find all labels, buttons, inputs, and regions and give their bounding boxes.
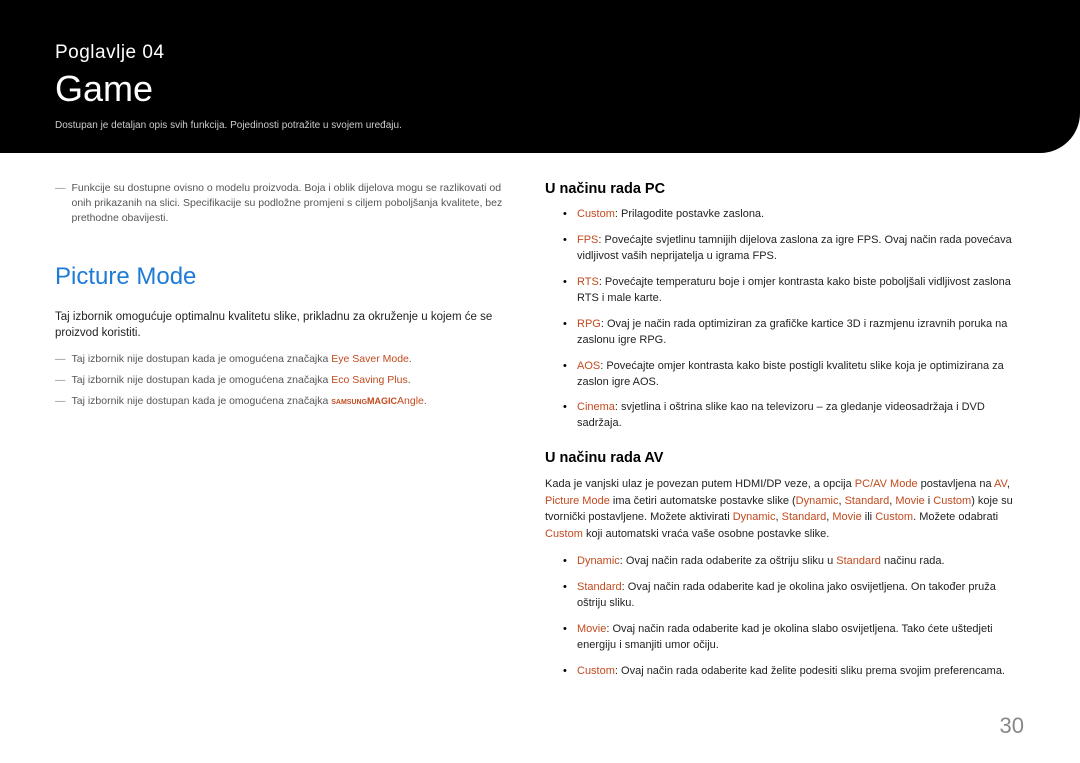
list-item: FPS: Povećajte svjetlinu tamnijih dijelo… (563, 233, 1025, 265)
note-eye-saver: Taj izbornik nije dostupan kada je omogu… (55, 352, 515, 367)
content-area: Funkcije su dostupne ovisno o modelu pro… (0, 153, 1080, 690)
right-column: U načinu rada PC Custom: Prilagodite pos… (545, 181, 1025, 690)
list-item: Custom: Ovaj način rada odaberite kad že… (563, 664, 1025, 680)
model-note-text: Funkcije su dostupne ovisno o modelu pro… (72, 181, 516, 227)
page-title: Game (55, 68, 1025, 110)
list-item: RTS: Povećajte temperaturu boje i omjer … (563, 275, 1025, 307)
note-magic-angle: Taj izbornik nije dostupan kada je omogu… (55, 394, 515, 409)
section-heading-picture-mode: Picture Mode (55, 263, 515, 291)
pc-mode-heading: U načinu rada PC (545, 181, 1025, 197)
note-eye-saver-text: Taj izbornik nije dostupan kada je omogu… (72, 352, 412, 367)
page-subtitle: Dostupan je detaljan opis svih funkcija.… (55, 120, 1025, 131)
note-magic-angle-text: Taj izbornik nije dostupan kada je omogu… (72, 394, 427, 409)
note-eco-saving: Taj izbornik nije dostupan kada je omogu… (55, 373, 515, 388)
picture-mode-desc: Taj izbornik omogućuje optimalnu kvalite… (55, 309, 515, 342)
av-mode-heading: U načinu rada AV (545, 450, 1025, 466)
page-header: Poglavlje 04 Game Dostupan je detaljan o… (0, 0, 1080, 153)
model-note: Funkcije su dostupne ovisno o modelu pro… (55, 181, 515, 227)
note-eco-saving-text: Taj izbornik nije dostupan kada je omogu… (72, 373, 411, 388)
page-number: 30 (1000, 713, 1024, 739)
av-mode-paragraph: Kada je vanjski ulaz je povezan putem HD… (545, 476, 1025, 542)
chapter-label: Poglavlje 04 (55, 42, 1025, 64)
pc-mode-list: Custom: Prilagodite postavke zaslona. FP… (545, 207, 1025, 432)
list-item: Cinema: svjetlina i oštrina slike kao na… (563, 400, 1025, 432)
list-item: Movie: Ovaj način rada odaberite kad je … (563, 622, 1025, 654)
list-item: RPG: Ovaj je način rada optimiziran za g… (563, 317, 1025, 349)
left-column: Funkcije su dostupne ovisno o modelu pro… (55, 181, 515, 690)
list-item: Standard: Ovaj način rada odaberite kad … (563, 580, 1025, 612)
av-mode-list: Dynamic: Ovaj način rada odaberite za oš… (545, 554, 1025, 680)
list-item: Custom: Prilagodite postavke zaslona. (563, 207, 1025, 223)
list-item: AOS: Povećajte omjer kontrasta kako bist… (563, 359, 1025, 391)
list-item: Dynamic: Ovaj način rada odaberite za oš… (563, 554, 1025, 570)
